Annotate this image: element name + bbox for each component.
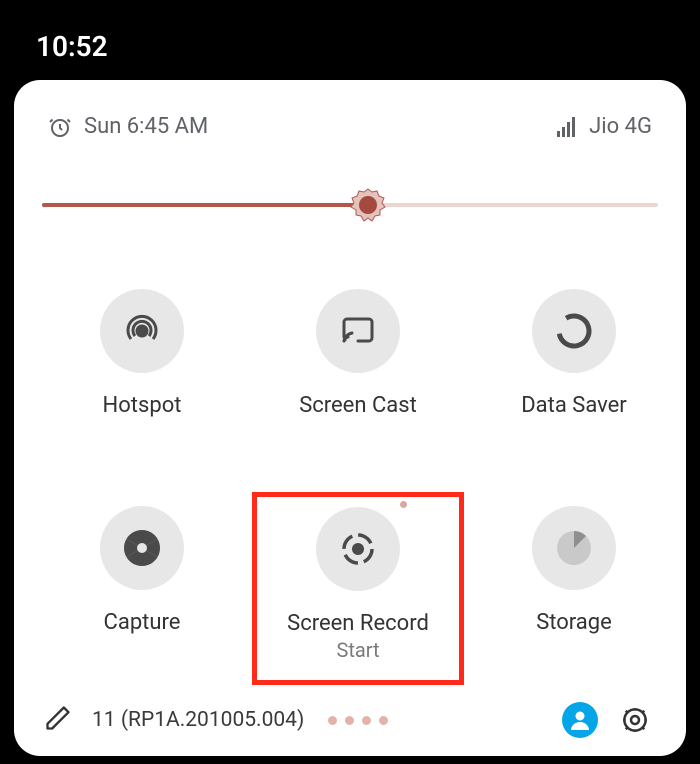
tile-label: Hotspot: [103, 393, 182, 418]
status-right: Jio 4G: [557, 114, 652, 139]
tile-label: Capture: [104, 610, 181, 635]
page-dot: [362, 716, 371, 725]
signal-icon: [557, 117, 579, 137]
highlight-indicator-dot: [400, 501, 407, 508]
hotspot-icon: [100, 289, 184, 373]
storage-icon: [532, 506, 616, 590]
settings-button[interactable]: [618, 703, 652, 737]
page-indicator[interactable]: [328, 716, 388, 725]
tile-sublabel: Start: [336, 638, 379, 662]
screenrecord-icon: [316, 507, 400, 591]
status-time: Sun 6:45 AM: [84, 114, 208, 139]
alarm-icon: [48, 115, 72, 139]
tile-screenrecord[interactable]: Screen Record Start: [252, 492, 464, 685]
status-bar: Sun 6:45 AM Jio 4G: [42, 114, 658, 139]
edit-button[interactable]: [44, 704, 72, 736]
capture-icon: [100, 506, 184, 590]
page-dot: [345, 716, 354, 725]
tile-label: Screen Record: [287, 611, 429, 636]
page-dot: [379, 716, 388, 725]
build-version: 11 (RP1A.201005.004): [92, 708, 304, 732]
quick-settings-panel: Sun 6:45 AM Jio 4G: [14, 80, 686, 756]
footer-bar: 11 (RP1A.201005.004): [42, 696, 658, 744]
status-left: Sun 6:45 AM: [48, 114, 208, 139]
tile-screencast[interactable]: Screen Cast: [258, 289, 458, 418]
brightness-slider[interactable]: [42, 185, 658, 225]
tile-datasaver[interactable]: Data Saver: [474, 289, 674, 418]
tile-label: Screen Cast: [299, 393, 417, 418]
tile-hotspot[interactable]: Hotspot: [42, 289, 242, 418]
tiles-grid: Hotspot Screen Cast Data Saver: [42, 289, 658, 685]
user-avatar-button[interactable]: [562, 702, 598, 738]
tile-storage[interactable]: Storage: [474, 506, 674, 685]
screencast-icon: [316, 289, 400, 373]
slider-fill: [42, 203, 368, 207]
device-clock: 10:52: [36, 30, 108, 63]
tile-label: Data Saver: [521, 393, 627, 418]
network-label: Jio 4G: [589, 114, 652, 139]
page-dot: [328, 716, 337, 725]
tile-label: Storage: [536, 610, 612, 635]
slider-thumb[interactable]: [349, 186, 387, 224]
datasaver-icon: [532, 289, 616, 373]
tile-capture[interactable]: Capture: [42, 506, 242, 685]
